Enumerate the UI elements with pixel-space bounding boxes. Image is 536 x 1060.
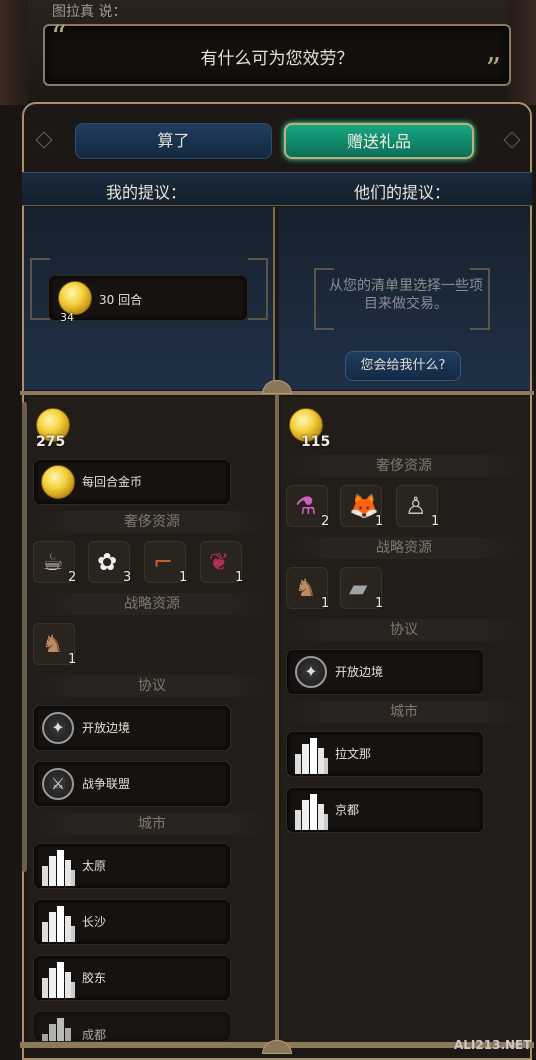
city-skyline-icon xyxy=(42,850,75,886)
section-header-agreements: 协议 xyxy=(284,619,524,641)
city-name: 胶东 xyxy=(82,971,107,985)
section-header-luxury: 奢侈资源 xyxy=(284,455,524,477)
luxury-tile-pipe[interactable]: ⌐ 1 xyxy=(144,541,188,585)
city-skyline-icon xyxy=(295,794,328,830)
resource-count: 1 xyxy=(179,570,188,585)
luxury-tile-wine[interactable]: ❦ 1 xyxy=(200,541,244,585)
cancel-button[interactable]: 算了 xyxy=(75,123,272,159)
gold-per-turn-amount: 34 xyxy=(60,311,74,324)
city-name: 太原 xyxy=(82,859,107,873)
city-skyline-icon xyxy=(42,906,75,942)
city-skyline-icon xyxy=(42,962,75,998)
resource-count: 1 xyxy=(235,570,244,585)
their-offer-title: 他们的提议： xyxy=(354,183,451,202)
strategic-tile-iron[interactable]: ▰ 1 xyxy=(340,567,384,611)
luxury-tile-coffee[interactable]: ☕ 2 xyxy=(33,541,77,585)
resource-count: 1 xyxy=(321,596,330,611)
open-borders-icon: ✦ xyxy=(295,656,327,688)
city-item[interactable]: 太原 xyxy=(33,843,231,889)
gold-per-turn-item[interactable]: 每回合金币 xyxy=(33,459,231,505)
my-offer-title: 我的提议： xyxy=(106,183,187,202)
what-will-you-give-button[interactable]: 您会给我什么? xyxy=(345,351,461,381)
section-header-agreements: 协议 xyxy=(33,675,271,697)
gold-coin-icon xyxy=(58,281,92,315)
city-name: 长沙 xyxy=(82,915,107,929)
section-header-luxury: 奢侈资源 xyxy=(33,511,271,533)
luxury-tile-fox-fur[interactable]: 🦊 1 xyxy=(340,485,384,529)
bracket-ornament xyxy=(30,258,50,320)
give-gift-button[interactable]: 赠送礼品 xyxy=(284,123,474,159)
city-name: 京都 xyxy=(335,803,360,817)
statue-icon: ♙ xyxy=(405,492,427,520)
city-item[interactable]: 胶东 xyxy=(33,955,231,1001)
section-header-strategic: 战略资源 xyxy=(284,537,524,559)
gold-per-turn-label: 每回合金币 xyxy=(82,475,143,489)
dialogue-box: “ 有什么可为您效劳？ ” xyxy=(43,20,511,87)
section-header-cities: 城市 xyxy=(33,813,271,835)
strategic-tile-horse[interactable]: ♞ 1 xyxy=(33,623,77,667)
resource-count: 3 xyxy=(123,570,132,585)
horse-icon: ♞ xyxy=(295,574,317,602)
city-skyline-icon xyxy=(295,738,328,774)
city-name: 成都 xyxy=(82,1028,107,1042)
pipe-icon: ⌐ xyxy=(153,548,174,576)
resource-count: 1 xyxy=(375,514,384,529)
agreement-open-borders[interactable]: ✦ 开放边境 xyxy=(286,649,484,695)
city-item[interactable]: 京都 xyxy=(286,787,484,833)
their-gold-amount: 115 xyxy=(301,434,331,450)
city-name: 拉文那 xyxy=(335,747,372,761)
dialogue-text: 有什么可为您效劳？ xyxy=(200,49,354,69)
close-quote-icon: ” xyxy=(485,52,501,87)
city-skyline-icon xyxy=(42,1018,71,1041)
watermark: ALI213.NET xyxy=(454,1038,532,1052)
horse-icon: ♞ xyxy=(42,630,64,658)
left-scrollbar[interactable] xyxy=(22,402,27,872)
cotton-icon: ✿ xyxy=(97,548,118,576)
offer-column-headers: 我的提议： 他们的提议： xyxy=(22,172,532,206)
open-borders-icon: ✦ xyxy=(42,712,74,744)
my-gold-amount: 275 xyxy=(36,434,66,450)
vertical-divider xyxy=(275,395,279,1045)
luxury-tile-cotton[interactable]: ✿ 3 xyxy=(88,541,132,585)
city-item[interactable]: 长沙 xyxy=(33,899,231,945)
iron-anvil-icon: ▰ xyxy=(349,574,368,602)
resource-count: 1 xyxy=(68,652,77,667)
agreement-label: 开放边境 xyxy=(82,721,131,735)
agreement-label: 开放边境 xyxy=(335,665,384,679)
section-header-cities: 城市 xyxy=(284,701,524,723)
agreement-label: 战争联盟 xyxy=(82,777,131,791)
diamond-ornament-icon xyxy=(503,131,521,149)
speaker-name: 图拉真 说： xyxy=(52,4,127,20)
city-item[interactable]: 成都 xyxy=(33,1011,231,1042)
their-offer-hint: 从您的清单里选择一些项目来做交易。 xyxy=(329,278,483,312)
my-offer-gold-per-turn[interactable]: 34 30 回合 xyxy=(48,275,248,324)
crossed-swords-icon: ⚔ xyxy=(42,768,74,800)
strategic-tile-horse[interactable]: ♞ 1 xyxy=(286,567,330,611)
diamond-ornament-icon xyxy=(35,131,53,149)
agreement-open-borders[interactable]: ✦ 开放边境 xyxy=(33,705,231,751)
trade-header: 算了 赠送礼品 xyxy=(24,104,530,172)
section-header-strategic: 战略资源 xyxy=(33,593,271,615)
bracket-ornament xyxy=(248,258,268,320)
gold-coin-icon xyxy=(41,465,75,499)
resource-count: 1 xyxy=(375,596,384,611)
agreement-war-alliance[interactable]: ⚔ 战争联盟 xyxy=(33,761,231,807)
coffee-icon: ☕ xyxy=(42,548,64,576)
resource-count: 1 xyxy=(431,514,440,529)
luxury-tile-statue[interactable]: ♙ 1 xyxy=(396,485,440,529)
city-item[interactable]: 拉文那 xyxy=(286,731,484,777)
resource-count: 2 xyxy=(68,570,77,585)
gold-per-turn-duration: 30 回合 xyxy=(99,293,143,307)
resource-count: 2 xyxy=(321,514,330,529)
luxury-tile-potion[interactable]: ⚗ 2 xyxy=(286,485,330,529)
wine-icon: ❦ xyxy=(209,548,230,576)
potion-icon: ⚗ xyxy=(295,492,317,520)
